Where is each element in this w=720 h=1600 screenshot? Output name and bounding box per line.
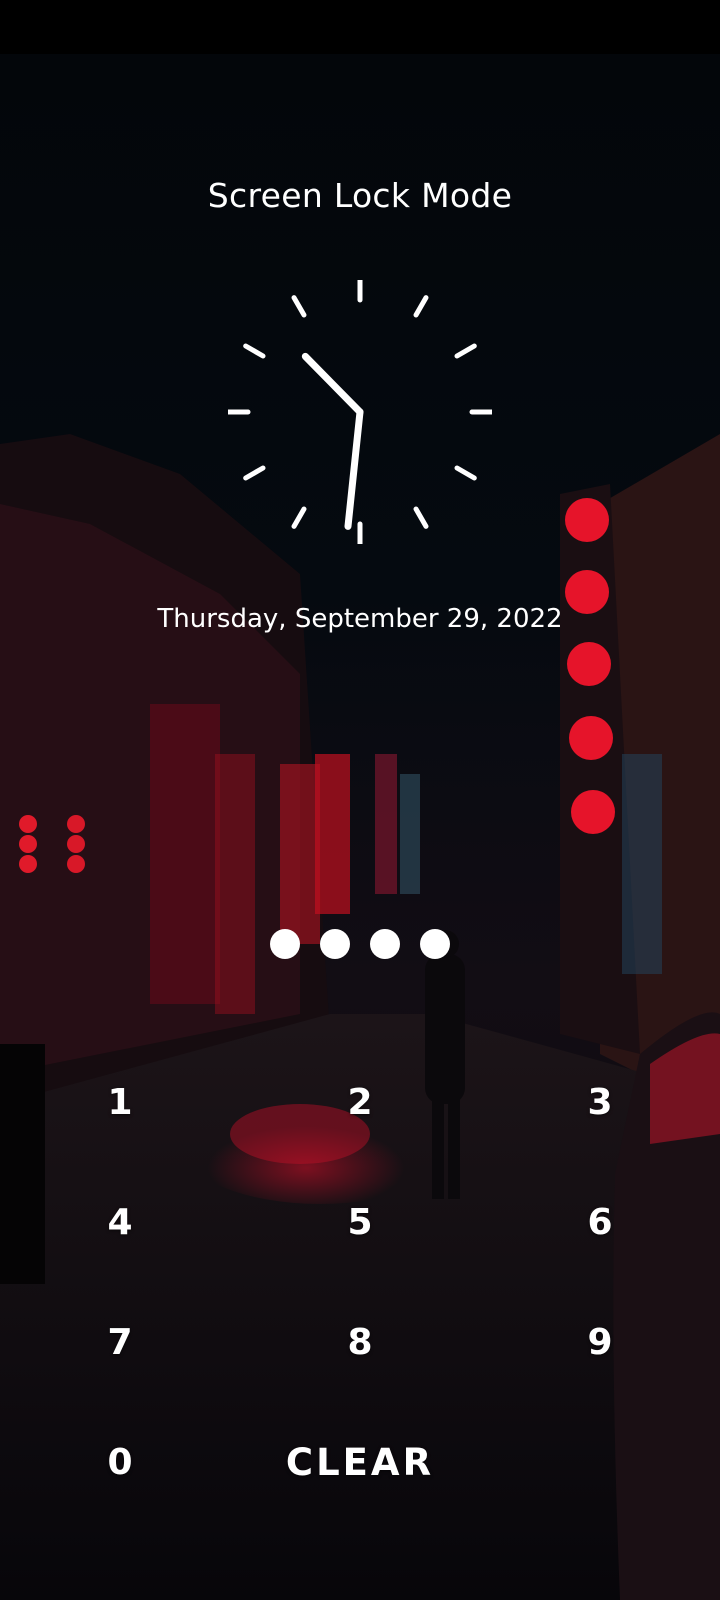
screen-title: Screen Lock Mode (207, 176, 513, 215)
clock-hour-hand (301, 352, 364, 416)
analog-clock (225, 277, 495, 547)
key-7[interactable]: 7 (60, 1292, 180, 1392)
key-0[interactable]: 0 (60, 1412, 180, 1512)
clear-button[interactable]: CLEAR (250, 1412, 470, 1512)
key-9[interactable]: 9 (540, 1292, 660, 1392)
lock-screen: Screen Lock Mode Thursday, September 29,… (0, 0, 720, 1600)
pin-keypad: 1 2 3 4 5 6 7 8 9 0 CLEAR (0, 1022, 720, 1502)
key-1[interactable]: 1 (60, 1052, 180, 1152)
clock-minute-hand (344, 408, 364, 530)
status-bar (0, 0, 720, 54)
clock-marker (454, 343, 477, 359)
key-4[interactable]: 4 (60, 1172, 180, 1272)
clock-marker (291, 295, 307, 318)
key-6[interactable]: 6 (540, 1172, 660, 1272)
pin-indicator (270, 929, 450, 961)
pin-dot (270, 929, 300, 959)
clock-marker (243, 343, 266, 359)
key-2[interactable]: 2 (300, 1052, 420, 1152)
clock-marker (243, 465, 266, 481)
key-3[interactable]: 3 (540, 1052, 660, 1152)
key-8[interactable]: 8 (300, 1292, 420, 1392)
pin-dot (320, 929, 350, 959)
pin-dot (370, 929, 400, 959)
clock-marker (413, 506, 429, 529)
pin-dot (420, 929, 450, 959)
date-label: Thursday, September 29, 2022 (157, 604, 563, 634)
clock-marker (291, 506, 307, 529)
clock-marker (413, 295, 429, 318)
key-5[interactable]: 5 (300, 1172, 420, 1272)
clock-marker (454, 465, 477, 481)
